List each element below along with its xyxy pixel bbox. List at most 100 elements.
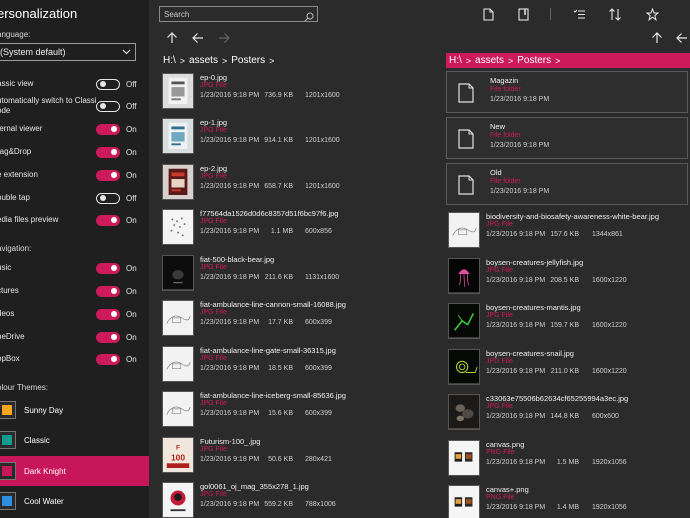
file-item[interactable]: fiat-ambulance-line-gate-small-36315.jpg… [160,346,440,391]
language-value: (System default) [0,47,66,57]
navigation-label: neDrive [0,332,25,341]
file-item[interactable]: ep-2.jpg JPG File 1/23/2016 9:18 PM 658.7 K… [160,164,440,209]
theme-option[interactable]: Sunny Day [0,395,149,425]
setting-toggle[interactable] [96,146,120,158]
file-size: 1.1 MB [270,228,293,235]
file-thumbnail [448,394,480,430]
svg-text:F: F [176,444,180,451]
file-item[interactable]: f77564da1526d0d6c8357d51f6bc97f6.jpg JPG … [160,209,440,254]
folder-item[interactable]: Old File folder 1/23/2016 9:18 PM [446,163,688,205]
breadcrumb-posters[interactable]: Posters [517,55,551,66]
setting-toggle[interactable] [96,123,120,135]
folder-item[interactable]: Magazin File folder 1/23/2016 9:18 PM [446,71,688,113]
theme-option[interactable]: Dark Knight [0,456,149,486]
file-item[interactable]: c33063e75506b62634cf65255994a3ec.jpg JPG … [446,394,690,439]
new-file-icon[interactable] [480,6,496,22]
file-item[interactable]: fiat-ambulance-line-iceberg-small-85636.… [160,391,440,436]
toggle-state-label: On [126,263,137,273]
file-dimensions: 600x399 [305,365,332,372]
file-thumbnail [162,164,194,200]
file-dimensions: 1201x1600 [305,183,340,190]
file-name: biodiversity-and-biosafety-awareness-whi… [486,212,660,221]
file-item[interactable]: boysen-creatures-snail.jpg JPG File 1/23/2… [446,349,690,394]
file-type: JPG File [200,82,227,89]
file-item[interactable]: canvas+.png PNG File 1/23/2016 9:18 PM 1.4 … [446,485,690,518]
setting-toggle[interactable] [96,214,120,226]
file-thumbnail [448,212,480,248]
navigation-label: opBox [0,354,20,363]
toggle-state-label: On [126,147,137,157]
navigation-toggle[interactable] [96,353,120,365]
setting-toggle[interactable] [96,78,120,90]
breadcrumb-drive[interactable]: H:\ [449,55,462,66]
file-item[interactable]: fiat-500-black-bear.jpg JPG File 1/23/2016… [160,255,440,300]
toggle-knob [111,288,117,294]
toggle-knob [111,149,117,155]
navigation-toggle[interactable] [96,285,120,297]
toggle-state-label: On [126,170,137,180]
back-arrow-icon[interactable] [675,31,689,45]
right-breadcrumb: H:\ > assets > Posters > [446,53,690,68]
file-thumbnail [448,440,480,476]
file-thumbnail [162,300,194,336]
navigate-up-icon[interactable] [650,31,664,45]
file-item[interactable]: F 100 Futurism-100_.jpg JPG File 1/23/2016 9… [160,437,440,482]
theme-name: Classic [24,435,50,445]
theme-option[interactable]: Cool Water [0,486,149,516]
navigation-toggle[interactable] [96,262,120,274]
setting-toggle[interactable] [96,192,120,204]
file-item[interactable]: ep-1.jpg JPG File 1/23/2016 9:18 PM 914.1 K… [160,118,440,163]
setting-toggle[interactable] [96,169,120,181]
toggle-knob [100,81,106,87]
folder-item[interactable]: New File folder 1/23/2016 9:18 PM [446,117,688,159]
navigation-toggle[interactable] [96,331,120,343]
file-item[interactable]: ep-0.jpg JPG File 1/23/2016 9:18 PM 736.9 K… [160,73,440,118]
file-item[interactable]: gol0061_oj_mag_355x278_1.jpg JPG File 1/23… [160,482,440,518]
toggle-state-label: Off [126,79,137,89]
search-box[interactable] [159,6,318,22]
file-size: 211.6 KB [264,274,293,281]
back-arrow-icon[interactable] [191,31,205,45]
new-window-icon[interactable] [516,6,532,22]
file-item[interactable]: canvas.png PNG File 1/23/2016 9:18 PM 1.5 M… [446,440,690,485]
sort-icon[interactable] [607,6,623,22]
file-item[interactable]: boysen-creatures-mantis.jpg JPG File 1/23/… [446,303,690,348]
setting-row: rag&Drop On [0,145,142,159]
search-input[interactable] [164,7,299,21]
navigate-up-icon[interactable] [165,31,179,45]
folder-date: 1/23/2016 9:18 PM [490,188,550,195]
file-name: f77564da1526d0d6c8357d51f6bc97f6.jpg [200,209,339,218]
folder-name: Old [490,168,502,177]
file-type: JPG File [200,400,227,407]
breadcrumb-assets[interactable]: assets [475,55,504,66]
search-icon[interactable] [304,9,314,27]
setting-row: assic view Off [0,77,142,91]
file-name: canvas+.png [486,485,529,494]
setting-toggle[interactable] [96,100,120,112]
toggle-knob [111,265,117,271]
breadcrumb-drive[interactable]: H:\ [163,55,176,66]
theme-option[interactable]: Classic [0,425,149,455]
theme-color [2,466,12,476]
toggle-knob [111,311,117,317]
theme-color [2,435,12,445]
file-date: 1/23/2016 9:18 PM [200,410,260,417]
file-item[interactable]: biodiversity-and-biosafety-awareness-whi… [446,212,690,257]
file-size: 559.2 KB [264,501,293,508]
breadcrumb-assets[interactable]: assets [189,55,218,66]
navigation-toggle[interactable] [96,308,120,320]
file-dimensions: 600x600 [592,413,619,420]
file-size: 914.1 KB [264,137,293,144]
left-breadcrumb: H:\ > assets > Posters > [160,53,438,68]
file-item[interactable]: boysen-creatures-jellyfish.jpg JPG File 1/… [446,258,690,303]
file-type: PNG File [486,494,515,501]
file-date: 1/23/2016 9:18 PM [486,413,546,420]
file-dimensions: 280x421 [305,456,332,463]
favorite-star-icon[interactable] [644,6,660,22]
breadcrumb-posters[interactable]: Posters [231,55,265,66]
folder-name: New [490,122,506,131]
language-select[interactable]: (System default) [0,43,136,61]
forward-arrow-icon[interactable] [217,31,231,45]
file-item[interactable]: fiat-ambulance-line-cannon-small-16088.j… [160,300,440,345]
select-list-icon[interactable] [571,6,587,22]
